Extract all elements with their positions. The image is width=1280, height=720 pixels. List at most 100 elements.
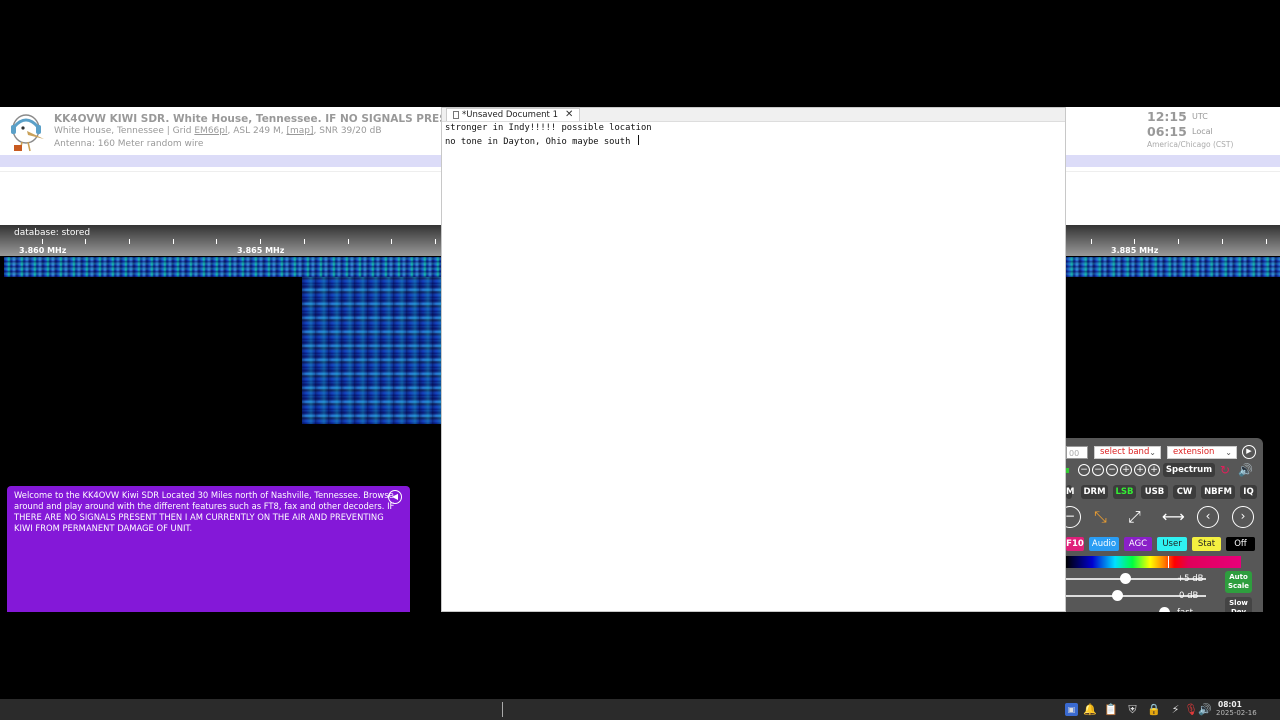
database-status: database: stored — [14, 228, 91, 238]
clock-time[interactable]: 08:01 — [1218, 700, 1242, 709]
scale-tick — [42, 239, 43, 244]
editor-text-area[interactable]: stronger in Indy!!!!! possible location n… — [445, 123, 652, 148]
zoom-in-more-icon[interactable]: + — [1134, 464, 1146, 476]
power-icon[interactable]: ⚡ — [1169, 703, 1182, 716]
tab-stat[interactable]: Stat — [1192, 537, 1221, 551]
swap-arrows-icon[interactable]: ⟷ — [1162, 506, 1185, 528]
extension-select[interactable]: extension ⌄ — [1167, 446, 1237, 459]
clock-date[interactable]: 2025-02-16 — [1216, 709, 1257, 717]
scale-tick — [85, 239, 86, 244]
utc-label: UTC — [1192, 112, 1208, 121]
editor-line-current: no tone in Dayton, Ohio maybe south — [445, 134, 652, 149]
arrow-left-icon[interactable]: ‹ — [1197, 506, 1219, 528]
collapse-passband-icon[interactable]: ⤡ — [1094, 506, 1107, 528]
mode-drm-button[interactable]: DRM — [1081, 485, 1108, 499]
tab-f10[interactable]: F10 — [1066, 537, 1084, 551]
zoom-in-max-icon[interactable]: + — [1148, 464, 1160, 476]
scale-tick — [1266, 239, 1267, 244]
freq-label: 3.865 MHz — [237, 246, 285, 255]
text-caret — [637, 134, 639, 145]
waterfall-right[interactable] — [1066, 257, 1280, 277]
volume-icon[interactable]: 🔊 — [1198, 703, 1212, 716]
mode-iq-button[interactable]: IQ — [1240, 485, 1257, 499]
colormap-marker[interactable] — [1168, 556, 1169, 568]
waterfall-history[interactable] — [302, 277, 441, 424]
scale-tick — [435, 239, 436, 244]
welcome-message: Welcome to the KK4OVW Kiwi SDR Located 3… — [14, 490, 395, 533]
local-time: 06:15 — [1147, 124, 1187, 139]
timezone-label: America/Chicago (CST) — [1147, 140, 1234, 149]
mode-am-button[interactable]: M — [1066, 485, 1074, 499]
speed-label: fast — [1177, 608, 1193, 612]
scale-tick — [391, 239, 392, 244]
lock-icon[interactable]: 🔒 — [1147, 703, 1161, 716]
auto-scale-button[interactable]: Auto Scale — [1225, 571, 1252, 593]
zoom-band-icon[interactable]: − — [1106, 464, 1118, 476]
welcome-panel: Welcome to the KK4OVW Kiwi SDR Located 3… — [7, 486, 410, 612]
taskbar: ▣ 🔔 📋 ⛨ 🔒 ⚡ 🎙 🔊 08:01 2025-02-16 — [0, 699, 1280, 720]
antenna-info: Antenna: 160 Meter random wire — [54, 139, 204, 149]
zoom-in-icon[interactable]: + — [1120, 464, 1132, 476]
network-icon[interactable]: ▣ — [1065, 703, 1078, 716]
scale-tick — [1222, 239, 1223, 244]
zoom-out-max-icon[interactable]: − — [1078, 464, 1090, 476]
play-icon[interactable]: ▶ — [1242, 445, 1256, 459]
tab-audio[interactable]: Audio — [1089, 537, 1119, 551]
clipboard-icon[interactable]: 📋 — [1104, 703, 1118, 716]
collapse-panel-icon[interactable]: ◀ — [388, 490, 402, 504]
station-location-line: White House, Tennessee | Grid EM66pl, AS… — [54, 126, 382, 136]
slow-dev-button[interactable]: Slow Dev — [1225, 597, 1252, 612]
tab-off[interactable]: Off — [1226, 537, 1255, 551]
expand-passband-icon[interactable]: ⤢ — [1128, 506, 1141, 528]
document-tab-title: *Unsaved Document 1 — [462, 110, 558, 120]
waterfall-colormap — [1066, 556, 1241, 568]
grid-link[interactable]: EM66pl — [194, 126, 227, 136]
scale-tick — [348, 239, 349, 244]
step-down-icon[interactable]: − — [1066, 506, 1081, 528]
refresh-icon[interactable]: ↻ — [1220, 463, 1230, 477]
mode-lsb-button[interactable]: LSB — [1113, 485, 1136, 499]
scale-tick — [216, 239, 217, 244]
slider-knob[interactable] — [1120, 573, 1131, 584]
scale-tick — [1178, 239, 1179, 244]
slider-max-value: +5 dB — [1177, 574, 1204, 584]
mode-nbfm-button[interactable]: NBFM — [1201, 485, 1235, 499]
speaker-icon[interactable]: 🔊 — [1238, 463, 1253, 477]
mode-usb-button[interactable]: USB — [1141, 485, 1168, 499]
mic-muted-icon[interactable]: 🎙 — [1184, 703, 1198, 716]
document-tab[interactable]: *Unsaved Document 1 ✕ — [446, 108, 581, 121]
utc-time: 12:15 — [1147, 109, 1187, 124]
scale-tick — [129, 239, 130, 244]
kiwi-bird-logo-icon[interactable] — [8, 109, 48, 153]
bell-icon[interactable]: 🔔 — [1083, 703, 1097, 716]
editor-tab-bar: *Unsaved Document 1 ✕ — [442, 108, 1065, 122]
slider-knob[interactable] — [1159, 607, 1170, 612]
map-link[interactable]: [map] — [287, 126, 314, 136]
tab-agc[interactable]: AGC — [1124, 537, 1152, 551]
chevron-down-icon: ⌄ — [1149, 448, 1156, 457]
waterfall-left[interactable] — [4, 257, 441, 277]
arrow-right-icon[interactable]: › — [1232, 506, 1254, 528]
band-select[interactable]: select band ⌄ — [1094, 446, 1161, 459]
signal-indicator — [1066, 468, 1069, 473]
mode-cw-button[interactable]: CW — [1173, 485, 1196, 499]
shield-icon[interactable]: ⛨ — [1126, 703, 1139, 716]
scale-tick — [1091, 239, 1092, 244]
scale-tick — [304, 239, 305, 244]
zoom-out-icon[interactable]: − — [1092, 464, 1104, 476]
close-tab-icon[interactable]: ✕ — [565, 109, 573, 121]
receiver-control-panel: 00 select band ⌄ extension ⌄ ▶ − − − + + +… — [1066, 438, 1263, 612]
taskbar-separator — [502, 702, 503, 717]
editor-line: stronger in Indy!!!!! possible location — [445, 123, 652, 133]
spectrum-button[interactable]: Spectrum — [1163, 463, 1215, 477]
scale-tick — [1134, 239, 1135, 244]
local-label: Local — [1192, 127, 1213, 136]
station-title: KK4OVW KIWI SDR. White House, Tennessee.… — [54, 113, 470, 125]
document-icon — [453, 111, 459, 119]
tab-user[interactable]: User — [1157, 537, 1187, 551]
slider-knob[interactable] — [1112, 590, 1123, 601]
frequency-input[interactable]: 00 — [1066, 446, 1088, 459]
scale-tick — [260, 239, 261, 244]
freq-label: 3.885 MHz — [1111, 246, 1159, 255]
scale-tick — [173, 239, 174, 244]
